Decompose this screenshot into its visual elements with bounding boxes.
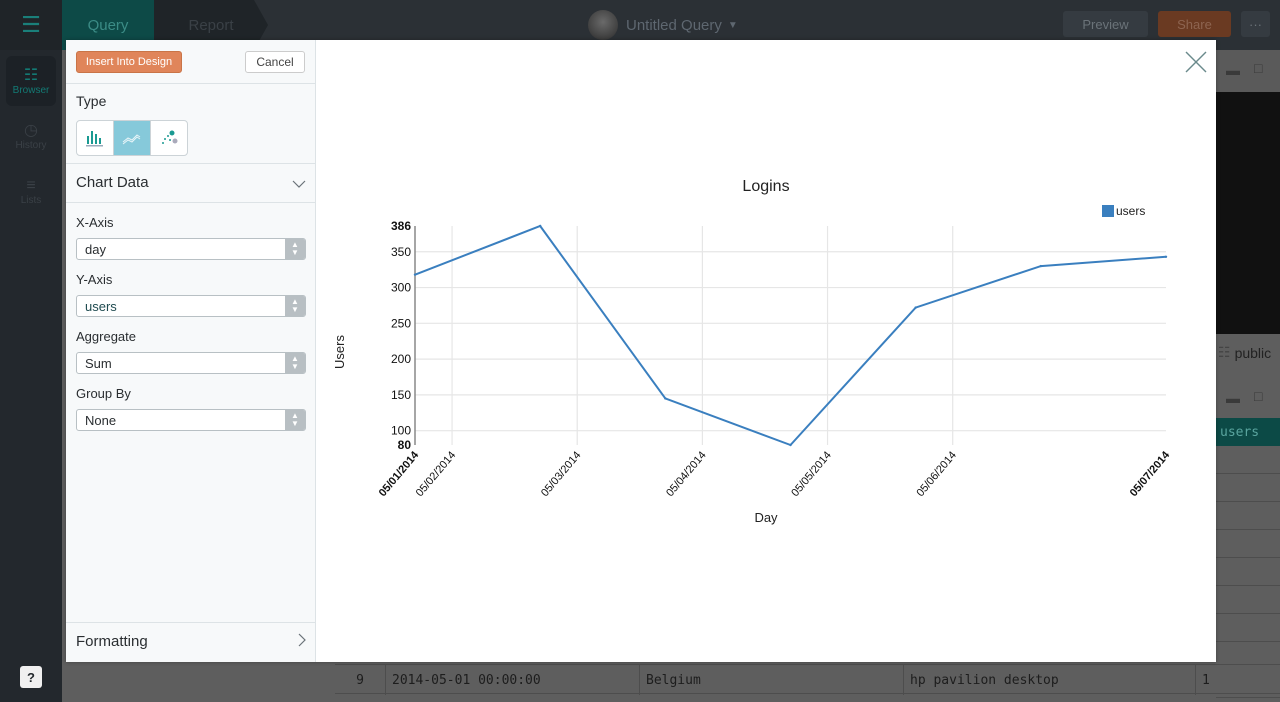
select-arrows-icon: ▲ ▼ [285, 296, 305, 316]
x-axis-label: X-Axis [76, 215, 114, 230]
cell-country: Belgium [639, 665, 903, 695]
chevron-down-icon [292, 175, 306, 191]
y-tick-label: 250 [391, 316, 411, 330]
avatar [588, 10, 618, 40]
cell-users: 1 [1195, 665, 1280, 695]
data-point [914, 306, 917, 309]
more-options-button[interactable]: ··· [1241, 11, 1270, 37]
formatting-section-toggle[interactable]: Formatting [76, 633, 306, 650]
column-header-users[interactable]: users [1216, 418, 1280, 446]
table-row[interactable]: 9 2014-05-01 00:00:00 Belgium hp pavilio… [335, 664, 1280, 695]
schema-selector[interactable]: ☷ public [1218, 344, 1271, 361]
editor-pane-header: ▬ □ [1216, 50, 1280, 92]
minimize-icon[interactable]: ▬ [1226, 390, 1240, 406]
preview-button[interactable]: Preview [1063, 11, 1148, 37]
data-point [664, 397, 667, 400]
data-point [413, 273, 417, 276]
x-axis-ticks: 05/01/201405/02/2014 05/03/2014 05/04/2014… [377, 449, 1173, 500]
nav-lists[interactable]: ≡ Lists [6, 166, 56, 216]
series-points [413, 224, 1168, 447]
select-arrows-icon: ▲ ▼ [285, 410, 305, 430]
line-chart-icon [122, 134, 141, 145]
data-point [789, 443, 792, 447]
y-tick-label: 300 [391, 281, 411, 295]
data-point [1164, 255, 1168, 258]
caret-down-icon: ▼ [727, 19, 738, 31]
maximize-icon[interactable]: □ [1254, 60, 1262, 76]
divider [66, 622, 316, 623]
divider [66, 163, 316, 164]
select-arrows-icon: ▲ ▼ [285, 353, 305, 373]
help-chat-icon[interactable]: ? [20, 666, 42, 688]
nav-browser[interactable]: ☷ Browser [6, 56, 56, 106]
group-by-label: Group By [76, 386, 131, 401]
y-tick-label: 350 [391, 245, 411, 259]
chart-type-scatter[interactable] [151, 121, 187, 155]
chart-builder-modal: Insert Into Design Cancel Type Chart Dat… [66, 40, 1216, 662]
y-tick-label: 100 [391, 424, 411, 438]
bar-chart-icon [86, 131, 103, 147]
sql-editor[interactable] [1216, 92, 1280, 334]
x-axis-select[interactable]: day ▲ ▼ [76, 238, 306, 260]
nav-history[interactable]: ◷ History [6, 111, 56, 161]
select-arrows-icon: ▲ ▼ [285, 239, 305, 259]
cell-day: 2014-05-01 00:00:00 [385, 665, 639, 695]
row-index: 9 [356, 672, 364, 688]
data-point [1039, 264, 1043, 268]
left-nav: ☷ Browser ◷ History ≡ Lists [0, 50, 62, 702]
y-axis-select[interactable]: users ▲ ▼ [76, 295, 306, 317]
aggregate-label: Aggregate [76, 329, 136, 344]
x-tick-label: 05/05/2014 [789, 449, 834, 499]
y-axis-ticks: 80100 150 200 250 300 350 386 [391, 219, 411, 452]
chevron-right-icon [298, 633, 306, 650]
database-icon: ☷ [23, 66, 39, 84]
divider [66, 202, 316, 203]
y-tick-label: 200 [391, 352, 411, 366]
x-axis-label: Day [754, 510, 778, 525]
share-button[interactable]: Share [1158, 11, 1231, 37]
y-axis-label: Users [332, 335, 347, 369]
y-axis-label: Y-Axis [76, 272, 113, 287]
clock-icon: ◷ [24, 121, 38, 139]
x-tick-label: 05/03/2014 [539, 449, 584, 499]
y-tick-label: 386 [391, 219, 411, 233]
data-point [538, 224, 542, 228]
series-line-users [414, 224, 1167, 447]
query-title-dropdown[interactable]: Untitled Query ▼ [588, 10, 738, 40]
cell-device: hp pavilion desktop [903, 665, 1195, 695]
x-tick-label: 05/07/2014 [1128, 449, 1173, 500]
line-chart: 80100150200250300350386 05/01/201405/02/… [332, 178, 1173, 525]
chart-title: Logins [742, 178, 789, 195]
gridlines [415, 226, 1166, 445]
cancel-button[interactable]: Cancel [245, 51, 305, 73]
scatter-chart-icon [162, 130, 178, 144]
chart-settings-sidebar: Insert Into Design Cancel Type Chart Dat… [66, 40, 316, 662]
y-tick-label: 80 [398, 438, 412, 452]
type-label: Type [76, 93, 107, 109]
legend-label: users [1116, 204, 1145, 218]
y-tick-label: 150 [391, 388, 411, 402]
chart-type-bar[interactable] [77, 121, 114, 155]
x-tick-label: 05/06/2014 [914, 449, 959, 499]
chart-type-line[interactable] [114, 121, 151, 155]
database-icon: ☷ [1218, 344, 1231, 360]
group-by-select[interactable]: None ▲ ▼ [76, 409, 306, 431]
chart-type-selector [76, 120, 188, 156]
insert-into-design-button[interactable]: Insert Into Design [76, 51, 182, 73]
hamburger-menu-icon[interactable]: ☰ [0, 0, 62, 50]
legend-swatch [1102, 205, 1114, 217]
divider [66, 83, 316, 84]
minimize-icon[interactable]: ▬ [1226, 62, 1240, 78]
x-tick-label: 05/04/2014 [664, 449, 709, 499]
list-add-icon: ≡ [26, 176, 36, 194]
aggregate-select[interactable]: Sum ▲ ▼ [76, 352, 306, 374]
chart-data-section-toggle[interactable]: Chart Data [76, 174, 306, 191]
maximize-icon[interactable]: □ [1254, 388, 1262, 404]
